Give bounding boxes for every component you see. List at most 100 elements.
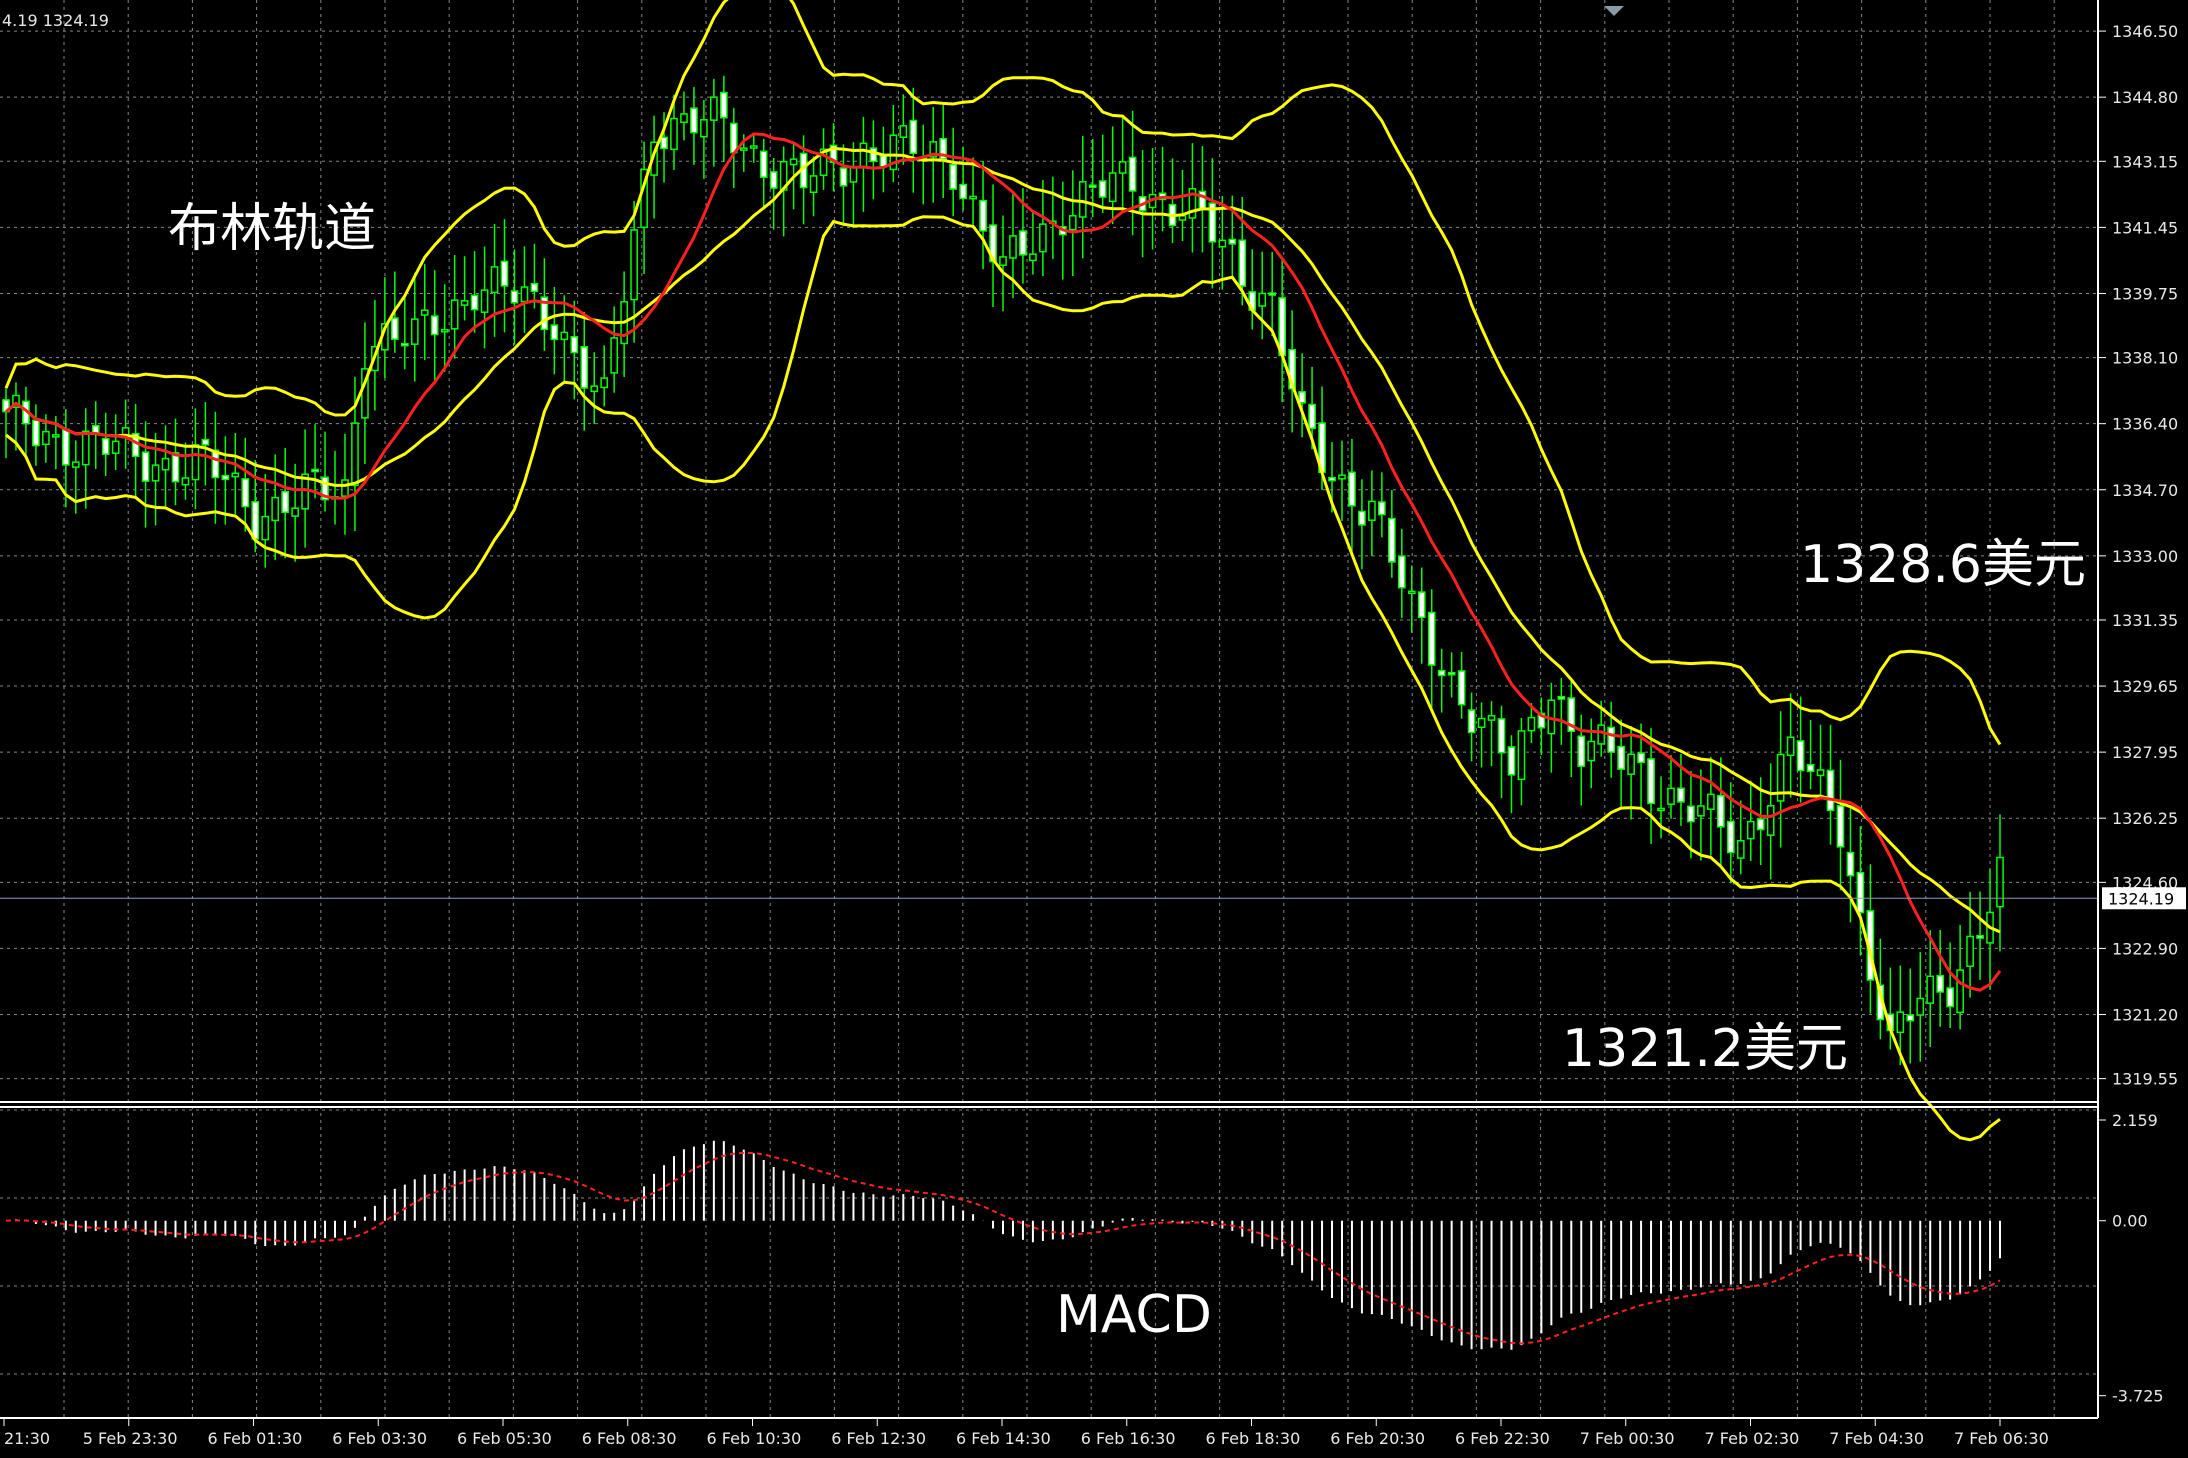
candle-body-down	[729, 122, 738, 154]
candle-body-down	[1088, 184, 1097, 188]
candle-body-up	[151, 464, 160, 482]
candle-body-up	[600, 377, 609, 389]
candle-body-down	[1447, 671, 1456, 676]
candle-body-down	[949, 163, 957, 190]
price-tick-label: 1334.70	[2112, 481, 2178, 500]
current-price-label: 1324.19	[2108, 889, 2174, 908]
candle-body-down	[311, 468, 319, 473]
candle-body-up	[1736, 840, 1745, 859]
candle-body-down	[1507, 746, 1516, 776]
candle-body-down	[1427, 611, 1436, 666]
price-tick-label: 1339.75	[2112, 284, 2178, 303]
candle-body-down	[959, 183, 967, 200]
candle-body-up	[1218, 239, 1227, 248]
candle-body-up	[1956, 969, 1964, 1014]
candle-body-down	[1228, 238, 1237, 245]
candle-body-down	[1457, 670, 1466, 706]
candle-body-up	[670, 117, 678, 151]
candle-body-down	[580, 346, 589, 389]
candle-body-down	[1826, 769, 1835, 812]
time-tick-label: 7 Feb 06:30	[1954, 1429, 2049, 1448]
candle-body-up	[969, 195, 977, 200]
candle-body-up	[1896, 1011, 1905, 1034]
candle-body-down	[500, 260, 509, 287]
candle-body-down	[1128, 156, 1137, 192]
time-tick-label: 6 Feb 01:30	[208, 1429, 303, 1448]
candle-body-down	[211, 449, 220, 479]
time-tick-label: 7 Feb 00:30	[1580, 1429, 1675, 1448]
candle-body-down	[570, 336, 579, 354]
time-tick-label: 21:30	[4, 1429, 50, 1448]
candle-body-up	[1916, 997, 1925, 1016]
price-tick-label: 1333.00	[2112, 547, 2178, 566]
candle-body-up	[1009, 235, 1017, 259]
price-tick-label: 1327.95	[2112, 743, 2178, 762]
candle-body-down	[141, 451, 150, 482]
candle-body-up	[1697, 805, 1705, 817]
candle-body-up	[1517, 730, 1526, 781]
candle-body-down	[690, 107, 698, 134]
candle-body-down	[759, 150, 768, 178]
candle-body-down	[281, 491, 290, 513]
candle-body-up	[161, 457, 170, 471]
candle-body-up	[700, 119, 708, 138]
candle-body-up	[1368, 500, 1376, 521]
candle-body-up	[351, 422, 359, 487]
candle-body-down	[769, 171, 778, 189]
candle-body-down	[1417, 591, 1426, 619]
candle-body-down	[1936, 974, 1945, 993]
candle-body-up	[1338, 474, 1346, 480]
candle-body-down	[1607, 726, 1616, 753]
price-tick-label: 1344.80	[2112, 88, 2178, 107]
candle-body-up	[739, 147, 748, 151]
candle-body-up	[420, 309, 429, 316]
candle-body-down	[1387, 517, 1396, 563]
candle-body-up	[1746, 820, 1755, 840]
candle-body-up	[71, 461, 80, 468]
candle-body-up	[1707, 793, 1715, 810]
time-tick-label: 7 Feb 02:30	[1705, 1429, 1800, 1448]
candle-body-down	[1906, 1014, 1915, 1022]
price-tick-label: 1321.20	[2112, 1005, 2178, 1024]
macd-tick-label: -3.725	[2112, 1387, 2164, 1406]
candle-body-down	[1308, 403, 1316, 430]
candle-body-up	[1068, 215, 1077, 231]
candle-body-up	[809, 175, 818, 194]
candle-body-up	[1108, 172, 1117, 203]
price-tick-label: 1326.25	[2112, 809, 2178, 828]
candle-body-up	[999, 256, 1007, 266]
candle-body-down	[979, 199, 987, 232]
candle-body-up	[520, 286, 529, 303]
price-tick-label: 1343.15	[2112, 152, 2178, 171]
time-tick-label: 6 Feb 12:30	[831, 1429, 926, 1448]
annotation-title: 布林轨道	[168, 199, 376, 259]
candle-body-up	[710, 96, 718, 121]
candle-body-up	[440, 329, 449, 333]
candle-body-down	[1397, 555, 1406, 589]
time-tick-label: 6 Feb 22:30	[1455, 1429, 1550, 1448]
chart-header: 4.19 1324.19	[2, 11, 109, 30]
candle-body-down	[510, 290, 519, 304]
candle-body-up	[480, 289, 489, 313]
time-tick-label: 6 Feb 08:30	[582, 1429, 677, 1448]
candle-body-down	[1577, 735, 1586, 767]
candle-body-down	[1806, 763, 1815, 773]
candle-body-up	[81, 430, 90, 466]
candle-body-down	[1647, 758, 1655, 805]
time-tick-label: 6 Feb 03:30	[332, 1429, 427, 1448]
price-tick-label: 1336.40	[2112, 415, 2178, 434]
candle-body-down	[1268, 292, 1277, 296]
candle-body-up	[291, 507, 299, 517]
candle-body-down	[1298, 391, 1306, 404]
candle-body-up	[271, 496, 280, 522]
candle-body-up	[1118, 161, 1127, 174]
candle-body-up	[1627, 753, 1635, 775]
candle-body-up	[1078, 181, 1087, 218]
candle-body-down	[869, 147, 878, 163]
candle-body-up	[1029, 253, 1037, 262]
candle-body-down	[839, 167, 848, 187]
candle-body-down	[1946, 987, 1954, 1008]
candle-body-up	[181, 477, 190, 486]
candle-body-up	[450, 299, 459, 330]
candle-body-down	[101, 437, 110, 455]
